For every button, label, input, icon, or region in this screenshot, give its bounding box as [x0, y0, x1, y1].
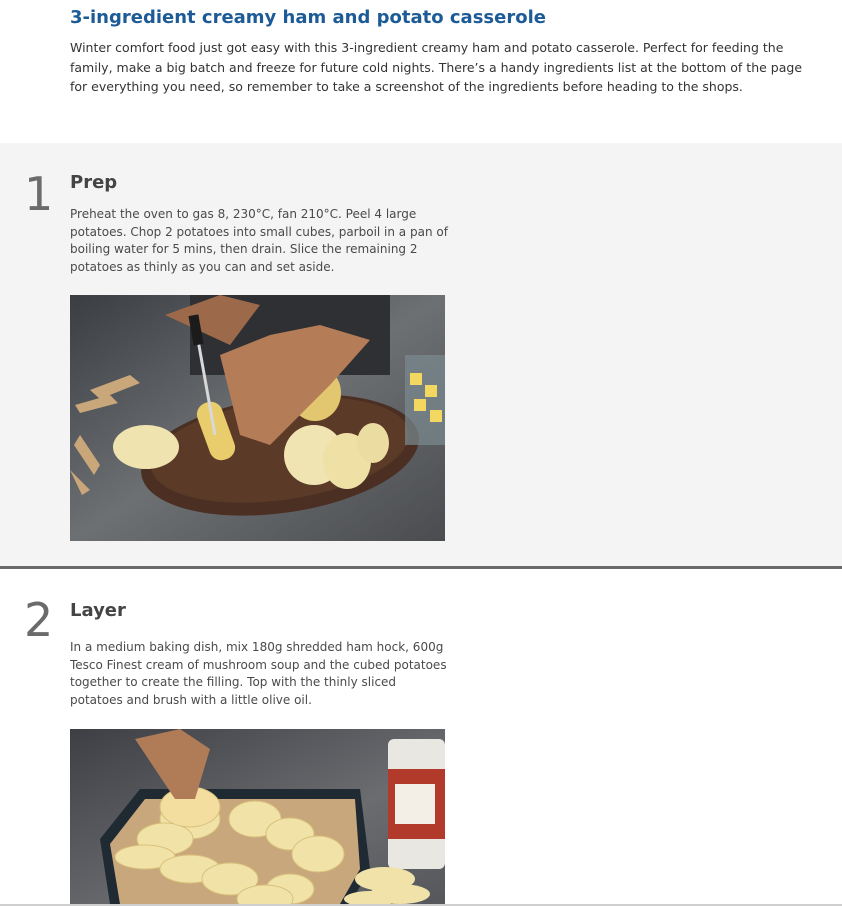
- step-heading: Prep: [70, 172, 118, 193]
- recipe-description: Winter comfort food just got easy with t…: [70, 40, 803, 94]
- step-number: 1: [24, 167, 54, 221]
- step-number: 2: [24, 593, 54, 647]
- step-text: In a medium baking dish, mix 180g shredd…: [70, 640, 447, 708]
- photo-slicing-potatoes: [70, 295, 445, 541]
- step-heading: Layer: [70, 600, 126, 621]
- recipe-intro: 3-ingredient creamy ham and potato casse…: [0, 0, 842, 143]
- photo-layering-casserole: [70, 729, 445, 904]
- step-1: 1 Prep Preheat the oven to gas 8, 230°C,…: [0, 143, 842, 566]
- step-text: Preheat the oven to gas 8, 230°C, fan 21…: [70, 207, 448, 275]
- step-2: 2 Layer In a medium baking dish, mix 180…: [0, 569, 842, 904]
- recipe-title: 3-ingredient creamy ham and potato casse…: [70, 7, 546, 28]
